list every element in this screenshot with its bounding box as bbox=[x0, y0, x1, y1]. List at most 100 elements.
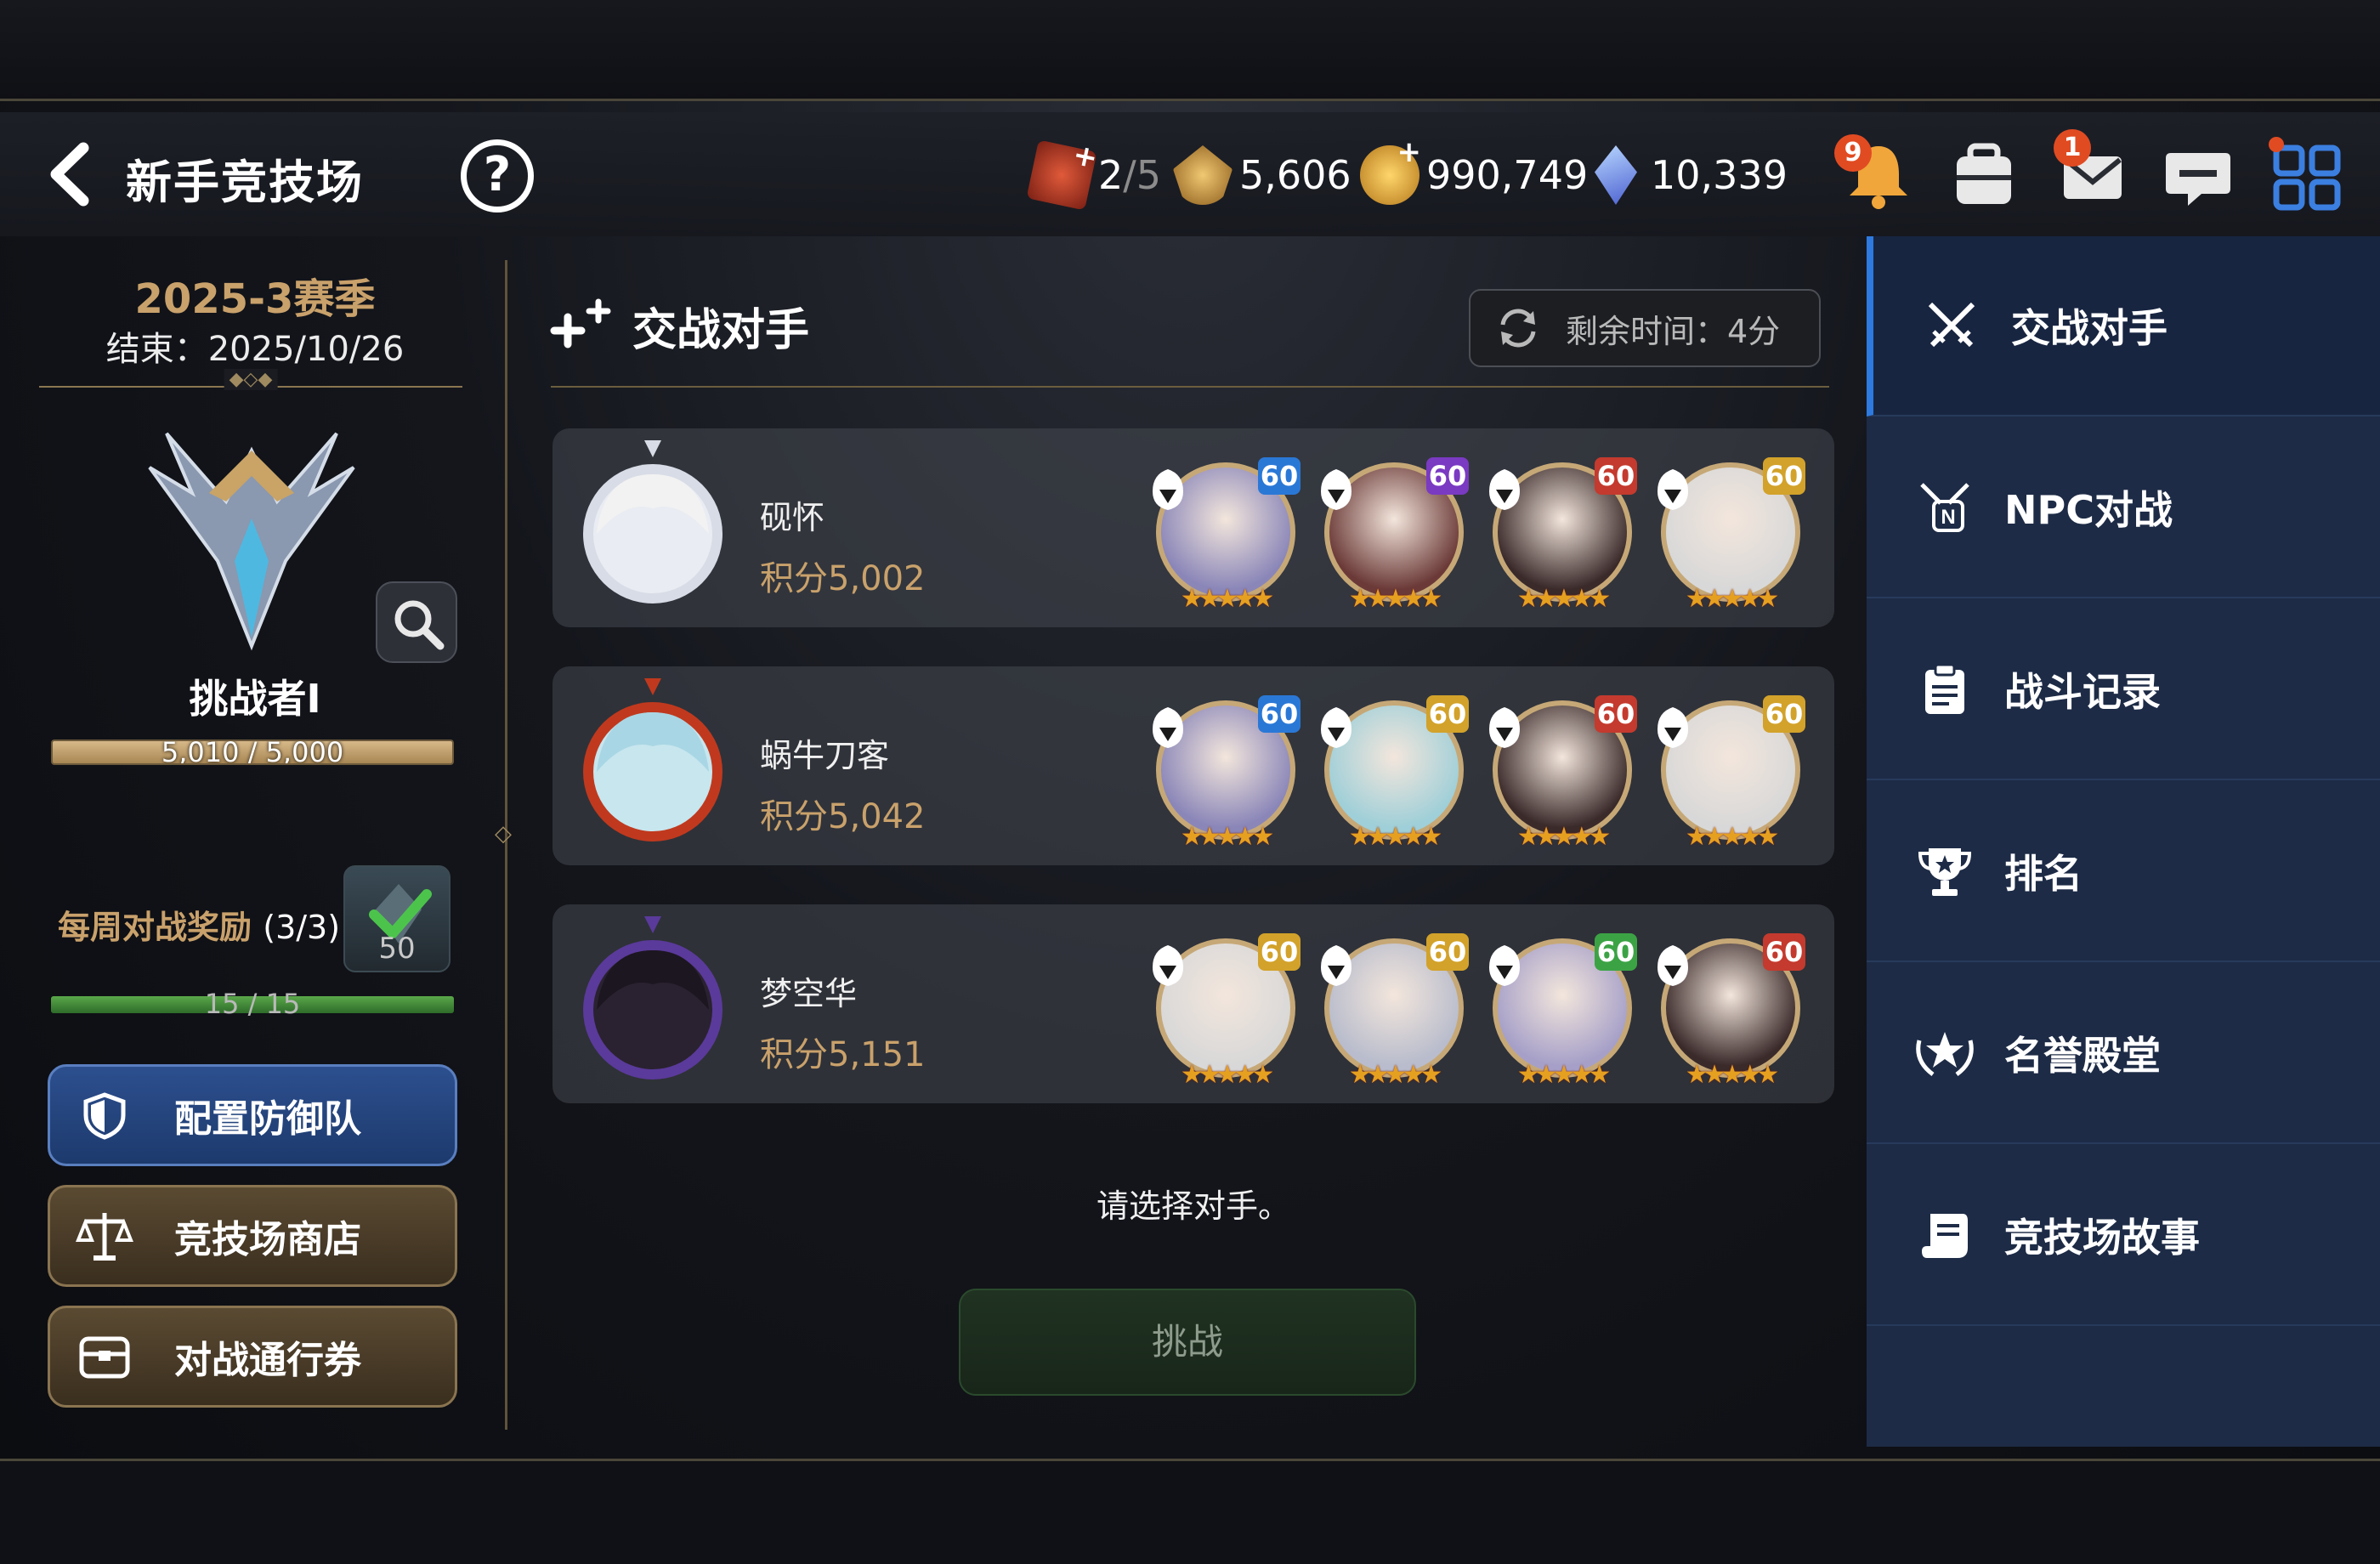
season-end-date: 结束：2025/10/26 bbox=[105, 330, 405, 369]
scroll-icon bbox=[1909, 1199, 1980, 1271]
hero-level-badge: 60 bbox=[1426, 695, 1469, 733]
crystal-resource[interactable]: 10,339 bbox=[1595, 143, 1788, 207]
grid-menu-icon bbox=[2269, 137, 2341, 211]
laurel-star-icon bbox=[1909, 1017, 1980, 1089]
clipboard-icon bbox=[1909, 654, 1980, 725]
shield-icon bbox=[62, 1073, 147, 1158]
top-bar: 新手竞技场 ? + 2/5 5,606 + 990,749 10,339 9 1 bbox=[0, 112, 2380, 236]
nav-opponents-label: 交战对手 bbox=[2011, 305, 2168, 351]
chat-icon bbox=[2166, 153, 2230, 206]
notification-button[interactable]: 9 bbox=[1834, 134, 1918, 214]
hero-portrait: 60 ★★★★★ bbox=[1316, 695, 1472, 852]
inventory-button[interactable] bbox=[1945, 136, 2023, 214]
hero-level-badge: 60 bbox=[1426, 933, 1469, 971]
arena-side-nav: 交战对手 N NPC对战 战斗记录 排名 名誉殿堂 竞技场故事 bbox=[1867, 236, 2380, 1447]
battle-pass-button[interactable]: 对战通行券 bbox=[48, 1306, 457, 1408]
hero-portrait: 60 ★★★★★ bbox=[1148, 933, 1304, 1090]
configure-defense-label: 配置防御队 bbox=[174, 1097, 361, 1141]
nav-ranking[interactable]: 排名 bbox=[1867, 782, 2380, 962]
opponent-card[interactable]: 蜗牛刀客 积分5,042 60 ★★★★★ 60 ★★★★★ 60 ★★★★★ 60 ★★★★★ bbox=[552, 666, 1834, 865]
refresh-timer-button[interactable]: 剩余时间：4分 bbox=[1469, 289, 1821, 367]
hero-level-badge: 60 bbox=[1258, 457, 1300, 495]
opponent-card[interactable]: 梦空华 积分5,151 60 ★★★★★ 60 ★★★★★ 60 ★★★★★ 60 ★★★★★ bbox=[552, 904, 1834, 1103]
treasure-chest-icon bbox=[62, 1314, 147, 1399]
nav-opponents[interactable]: 交战对手 bbox=[1867, 236, 2380, 416]
hero-portrait: 60 ★★★★★ bbox=[1481, 695, 1640, 852]
opponents-title-text: 交战对手 bbox=[632, 305, 810, 356]
hero-star-rating: ★★★★★ bbox=[1348, 822, 1442, 852]
hero-class-icon bbox=[1144, 466, 1192, 513]
battle-pass-label: 对战通行券 bbox=[174, 1339, 361, 1382]
menu-button[interactable] bbox=[2268, 136, 2346, 214]
configure-defense-button[interactable]: 配置防御队 bbox=[48, 1064, 457, 1166]
opponent-score: 积分5,042 bbox=[760, 797, 926, 836]
hero-star-rating: ★★★★★ bbox=[1180, 1060, 1274, 1090]
nav-npc-battle-label: NPC对战 bbox=[2004, 487, 2173, 533]
notification-badge: 9 bbox=[1834, 134, 1872, 172]
opponent-name: 砚怀 bbox=[760, 499, 825, 536]
nav-hall-of-fame-label: 名誉殿堂 bbox=[2004, 1033, 2161, 1079]
weekly-progress-text: 15 / 15 bbox=[204, 988, 301, 1020]
rank-info-button[interactable] bbox=[376, 581, 457, 663]
gold-resource[interactable]: + 990,749 bbox=[1360, 135, 1588, 207]
nav-hall-of-fame[interactable]: 名誉殿堂 bbox=[1867, 964, 2380, 1144]
frame-line-top bbox=[0, 99, 2380, 101]
hero-star-rating: ★★★★★ bbox=[1685, 584, 1779, 614]
timer-text: 剩余时间：4分 bbox=[1566, 312, 1781, 350]
hero-star-rating: ★★★★★ bbox=[1180, 822, 1274, 852]
hero-level-badge: 60 bbox=[1258, 695, 1300, 733]
sparkle-plus-icon bbox=[550, 298, 611, 348]
arena-shop-button[interactable]: 竞技场商店 bbox=[48, 1185, 457, 1287]
hero-portrait: 60 ★★★★★ bbox=[1484, 933, 1640, 1090]
mail-button[interactable]: 1 bbox=[2054, 129, 2132, 214]
hero-star-rating: ★★★★★ bbox=[1516, 822, 1611, 852]
season-ornament-divider bbox=[39, 384, 462, 389]
arena-shop-label: 竞技场商店 bbox=[174, 1218, 361, 1261]
back-button[interactable] bbox=[34, 136, 110, 212]
crystal-icon bbox=[1595, 145, 1637, 205]
weekly-reward-count: (3/3) bbox=[263, 909, 341, 946]
hero-star-rating: ★★★★★ bbox=[1516, 1060, 1611, 1090]
challenge-button[interactable]: 挑战 bbox=[959, 1289, 1416, 1396]
hero-portrait: 60 ★★★★★ bbox=[1652, 933, 1809, 1090]
npc-battle-icon: N bbox=[1909, 472, 1980, 543]
hero-class-icon bbox=[1649, 466, 1697, 513]
weekly-reward-title: 每周对战奖励 bbox=[58, 909, 252, 946]
nav-arena-story-label: 竞技场故事 bbox=[2004, 1215, 2200, 1261]
arena-coin-resource: 5,606 bbox=[1173, 143, 1352, 207]
back-arrow-icon bbox=[50, 142, 89, 207]
hero-portrait: 60 ★★★★★ bbox=[1316, 457, 1472, 614]
hero-portrait: 60 ★★★★★ bbox=[1148, 695, 1304, 852]
rank-progress-text: 5,010 / 5,000 bbox=[161, 740, 344, 765]
hero-level-badge: 60 bbox=[1763, 933, 1805, 971]
opponent-card[interactable]: 砚怀 积分5,002 60 ★★★★★ 60 ★★★★★ 60 ★★★★★ 60 ★★★★★ bbox=[552, 428, 1834, 627]
mail-badge: 1 bbox=[2054, 129, 2091, 167]
opponent-score: 积分5,151 bbox=[760, 1035, 926, 1074]
hero-portrait: 60 ★★★★★ bbox=[1649, 457, 1809, 614]
nav-battle-log[interactable]: 战斗记录 bbox=[1867, 600, 2380, 780]
opponent-avatar bbox=[578, 678, 728, 853]
battle-ticket-resource[interactable]: + 2/5 bbox=[1026, 138, 1162, 211]
opponent-name: 梦空华 bbox=[760, 975, 858, 1012]
crossed-swords-icon bbox=[1916, 290, 1987, 361]
hero-class-icon bbox=[1649, 704, 1697, 751]
weekly-reward-label: 每周对战奖励 (3/3) bbox=[58, 901, 340, 948]
hero-star-rating: ★★★★★ bbox=[1180, 584, 1274, 614]
hero-level-badge: 60 bbox=[1595, 695, 1637, 733]
nav-npc-battle[interactable]: N NPC对战 bbox=[1867, 418, 2380, 598]
hero-class-icon bbox=[1144, 704, 1192, 751]
opponent-avatar bbox=[578, 916, 728, 1091]
hero-class-icon bbox=[1312, 466, 1360, 513]
help-button[interactable]: ? bbox=[461, 139, 534, 212]
hero-class-icon bbox=[1481, 704, 1528, 751]
hero-portrait: 60 ★★★★★ bbox=[1649, 695, 1809, 852]
nav-arena-story[interactable]: 竞技场故事 bbox=[1867, 1146, 2380, 1326]
backpack-icon bbox=[1957, 143, 2011, 204]
battle-ticket-max: /5 bbox=[1123, 152, 1162, 198]
weekly-reward-chest[interactable]: 50 bbox=[343, 865, 450, 972]
page-title: 新手竞技场 bbox=[126, 156, 364, 209]
hero-level-badge: 60 bbox=[1595, 457, 1637, 495]
nav-battle-log-label: 战斗记录 bbox=[2004, 669, 2161, 715]
chat-button[interactable] bbox=[2159, 136, 2237, 214]
refresh-icon bbox=[1500, 309, 1536, 348]
